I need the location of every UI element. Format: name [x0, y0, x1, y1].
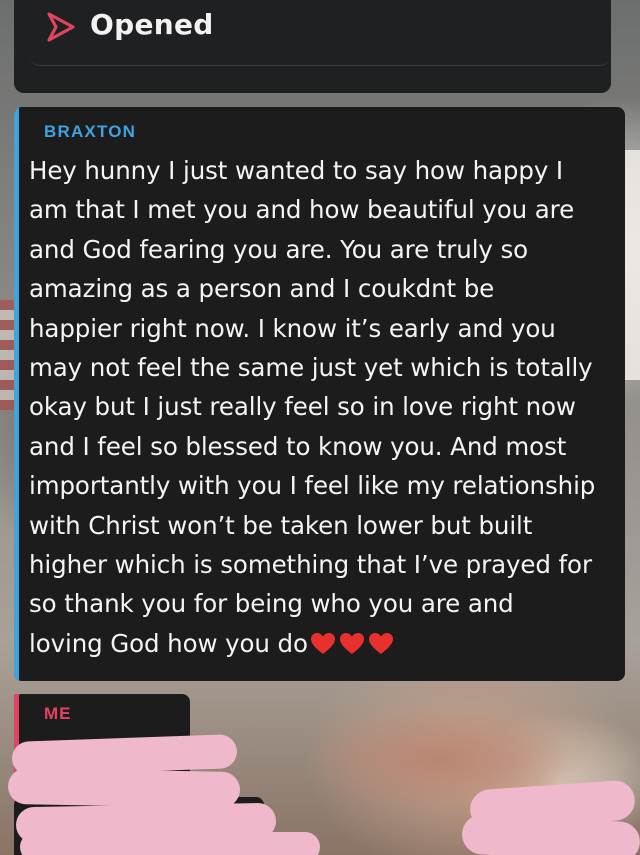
- message-line: importantly with you I feel like my rela…: [29, 471, 596, 501]
- message-line: amazing as a person and I coukdnt be: [29, 274, 495, 304]
- opened-label: Opened: [90, 8, 214, 41]
- message-text: Hey hunny I just wanted to say how happy…: [29, 151, 619, 667]
- message-line: so thank you for being who you are and: [29, 589, 514, 619]
- red-heart-icon: [339, 632, 364, 654]
- sender-name-me: ME: [44, 704, 72, 723]
- redaction-scribble: [20, 832, 320, 855]
- message-line: happier right now. I know it’s early and…: [29, 313, 556, 343]
- message-line: with Christ won’t be taken lower but bui…: [29, 510, 533, 540]
- snapchat-chat-screen: Opened BRAXTON Hey hunny I just wanted t…: [0, 0, 640, 855]
- message-line: am that I met you and how beautiful you …: [29, 195, 575, 225]
- message-line: okay but I just really feel so in love r…: [29, 392, 576, 422]
- sender-name-braxton: BRAXTON: [44, 122, 137, 141]
- message-card-braxton[interactable]: BRAXTON Hey hunny I just wanted to say h…: [14, 107, 625, 681]
- heart-emoji-group: [310, 628, 397, 667]
- red-heart-icon: [368, 632, 393, 654]
- message-line: higher which is something that I’ve pray…: [29, 550, 592, 580]
- message-line: and God fearing you are. You are truly s…: [29, 234, 529, 264]
- red-heart-icon: [310, 632, 335, 654]
- message-accent-bar: [14, 107, 19, 681]
- redaction-scribble: [7, 767, 241, 809]
- message-line: loving God how you do: [29, 628, 308, 658]
- message-line: Hey hunny I just wanted to say how happy…: [29, 156, 564, 185]
- message-line: may not feel the same just yet which is …: [29, 353, 593, 383]
- sent-arrow-icon: [47, 12, 75, 42]
- message-line: and I feel so blessed to know you. And m…: [29, 431, 567, 461]
